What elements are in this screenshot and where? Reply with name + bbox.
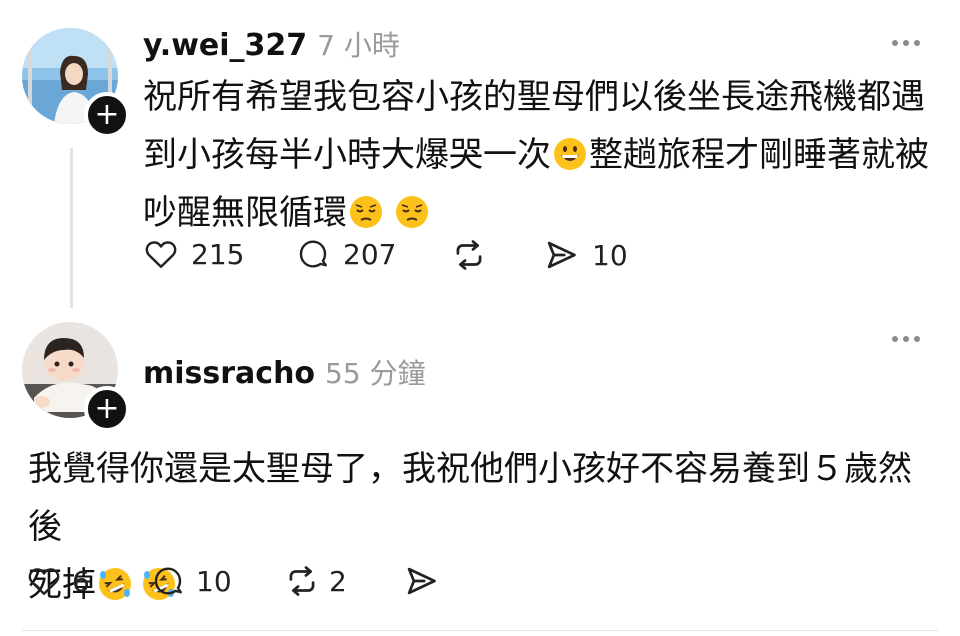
share-button[interactable]: 10 <box>542 236 628 274</box>
username[interactable]: missracho <box>143 356 315 391</box>
comment-button[interactable]: 10 <box>150 563 232 599</box>
heart-icon <box>145 241 177 268</box>
pensive-face-icon <box>350 196 382 228</box>
comment-button[interactable]: 207 <box>295 236 396 272</box>
post-line: 我覺得你還是太聖母了，我祝他們小孩好不容易養到５歲然後 <box>28 449 912 547</box>
post-text: 祝所有希望我包容小孩的聖母們以後坐長途飛機都遇 到小孩每半小時大爆哭一次 整趟旅… <box>143 68 933 242</box>
timestamp: 55 分鐘 <box>325 357 426 390</box>
comment-icon <box>154 567 182 595</box>
username[interactable]: y.wei_327 <box>143 28 307 63</box>
follow-button[interactable]: + <box>84 92 130 138</box>
share-count: 10 <box>592 238 628 272</box>
post-line: 到小孩每半小時大爆哭一次 整趟旅程才剛睡著就被 <box>143 135 929 175</box>
share-button[interactable] <box>402 562 440 600</box>
repost-button[interactable]: 2 <box>283 562 347 600</box>
repost-count: 2 <box>329 564 347 598</box>
grinning-face-icon <box>554 138 586 170</box>
more-options-icon[interactable] <box>892 336 920 342</box>
like-button[interactable]: 6 <box>26 563 90 599</box>
post-line: 祝所有希望我包容小孩的聖母們以後坐長途飛機都遇 <box>143 77 925 117</box>
thread-line <box>70 148 73 308</box>
like-count: 6 <box>72 564 90 598</box>
repost-icon <box>289 566 315 596</box>
follow-button[interactable]: + <box>84 386 130 432</box>
comment-count: 207 <box>343 237 397 271</box>
more-options-icon[interactable] <box>892 40 920 46</box>
heart-icon <box>28 568 60 595</box>
rolling-on-floor-laughing-icon <box>99 568 131 600</box>
post-header: missracho 55 分鐘 <box>143 352 426 392</box>
comment-icon <box>299 240 327 268</box>
send-icon <box>407 567 436 595</box>
post-header: y.wei_327 7 小時 <box>143 24 400 64</box>
like-button[interactable]: 215 <box>143 236 244 272</box>
like-count: 215 <box>191 237 245 271</box>
timestamp: 7 小時 <box>317 29 400 62</box>
repost-icon <box>456 240 482 270</box>
post-line: 吵醒無限循環 <box>143 184 933 242</box>
comment-count: 10 <box>196 564 232 598</box>
repost-button[interactable] <box>450 236 488 274</box>
pensive-face-icon <box>396 196 428 228</box>
divider <box>22 630 938 631</box>
send-icon <box>547 241 576 269</box>
